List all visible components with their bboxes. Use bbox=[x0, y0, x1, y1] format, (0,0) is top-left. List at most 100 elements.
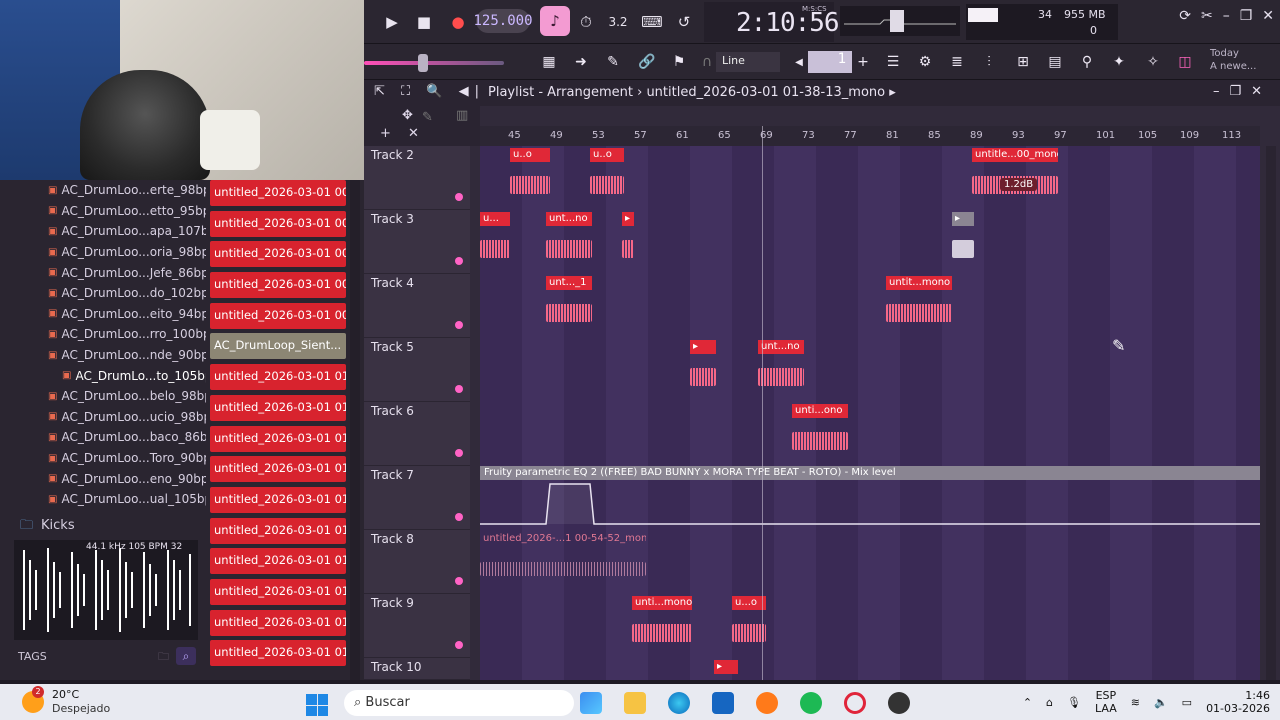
audio-clip[interactable]: ▸ bbox=[622, 212, 634, 272]
sliders-icon[interactable]: ⫶ bbox=[976, 50, 1002, 74]
channel-item[interactable]: untitled_2026-03-01 01... bbox=[210, 517, 346, 544]
track-led[interactable] bbox=[455, 449, 463, 457]
start-button[interactable] bbox=[306, 694, 328, 716]
audio-clip-muted[interactable]: untitled_2026-...1 00-54-52_mono bbox=[480, 532, 646, 592]
search-icon[interactable]: ⌕ bbox=[176, 647, 196, 665]
timeline-ruler[interactable]: 45 49 53 57 61 65 69 73 77 81 85 89 93 9… bbox=[480, 126, 1260, 146]
metronome-button[interactable]: ♪ bbox=[540, 6, 570, 36]
step-display[interactable]: 3.2 bbox=[604, 8, 632, 36]
channel-item[interactable]: untitled_2026-03-01 00... bbox=[210, 241, 346, 268]
channel-item[interactable]: untitled_2026-03-01 01... bbox=[210, 548, 346, 575]
channel-item[interactable]: untitled_2026-03-01 01... bbox=[210, 578, 346, 605]
track-led[interactable] bbox=[455, 385, 463, 393]
minimize-icon[interactable]: – bbox=[1223, 8, 1230, 24]
store-icon[interactable] bbox=[712, 692, 734, 714]
playlist-icon[interactable]: ☰ bbox=[880, 50, 906, 74]
channel-item[interactable]: untitled_2026-03-01 01... bbox=[210, 486, 346, 513]
browser-item[interactable]: ▣AC_DrumLoo...rro_100bpm bbox=[10, 324, 206, 345]
browser-item[interactable]: ▣ AC_DrumLoo...nde_90bpm bbox=[10, 345, 206, 366]
mixer-icon[interactable]: ≣ bbox=[944, 50, 970, 74]
channel-item[interactable]: untitled_2026-03-01 01... bbox=[210, 640, 346, 667]
add-track-icon[interactable]: + bbox=[380, 126, 391, 141]
restore-icon[interactable]: ❐ bbox=[1240, 8, 1253, 24]
audio-clip[interactable]: u...o bbox=[732, 596, 766, 656]
track-header[interactable]: Track 4 bbox=[364, 274, 470, 338]
channel-item[interactable]: untitled_2026-03-01 01... bbox=[210, 364, 346, 391]
browser-item[interactable]: ▣ AC_DrumLoo...eito_94bpm bbox=[10, 304, 206, 325]
chevron-up-icon[interactable]: ⌃ bbox=[1023, 696, 1032, 709]
master-pitch-slider[interactable] bbox=[364, 61, 504, 65]
sample-preview[interactable]: 44.1 kHz 105 BPM 32 bbox=[14, 540, 198, 640]
typing-keyboard-icon[interactable]: ⌨ bbox=[638, 8, 666, 36]
audio-settings-icon[interactable]: ⟳ bbox=[1179, 8, 1191, 24]
obs-icon[interactable] bbox=[888, 692, 910, 714]
track-header[interactable]: Track 9 bbox=[364, 594, 470, 658]
close-track-icon[interactable]: ✕ bbox=[408, 126, 419, 141]
browser-item[interactable]: ▣ AC_DrumLoo...etto_95bpm bbox=[10, 201, 206, 222]
audio-clip[interactable]: ▸ bbox=[690, 340, 716, 400]
slider-knob[interactable] bbox=[418, 54, 428, 72]
channel-item[interactable]: untitled_2026-03-01 01... bbox=[210, 425, 346, 452]
weather-widget[interactable]: 2 20°C Despejado bbox=[22, 686, 110, 716]
track-header[interactable]: Track 8 bbox=[364, 530, 470, 594]
tempo-display[interactable]: 125.000 bbox=[474, 9, 533, 33]
audio-clip[interactable]: unt...no bbox=[758, 340, 804, 400]
record-button[interactable]: ● bbox=[444, 8, 472, 36]
playlist-lanes[interactable]: u..o u..o untitle...00_mono 1.2dB u... u… bbox=[480, 146, 1260, 680]
browser-item[interactable]: ▣AC_DrumLoo...baco_86bpm bbox=[10, 427, 206, 448]
link-icon[interactable]: 🔗 bbox=[634, 50, 660, 74]
pencil-icon[interactable]: ✎ bbox=[600, 50, 626, 74]
network-icon[interactable]: ⌂ bbox=[1046, 696, 1053, 709]
automation-clip[interactable]: Fruity parametric EQ 2 ((FREE) BAD BUNNY… bbox=[480, 466, 1260, 526]
channel-item[interactable]: untitled_2026-03-01 01... bbox=[210, 456, 346, 483]
browser-item[interactable]: ▣ AC_DrumLoo...do_102bpm bbox=[10, 283, 206, 304]
audio-clip[interactable]: unti...ono bbox=[792, 404, 848, 464]
track-header[interactable]: Track 5 bbox=[364, 338, 470, 402]
audio-clip-selected[interactable]: ▸ bbox=[952, 212, 974, 272]
channel-item[interactable]: untitled_2026-03-01 00... bbox=[210, 180, 346, 206]
restore-icon[interactable]: ❐ bbox=[1229, 84, 1251, 99]
track-led[interactable] bbox=[455, 577, 463, 585]
grid-icon[interactable]: ▥ bbox=[456, 108, 468, 123]
plugin-icon[interactable]: ⚲ bbox=[1074, 50, 1100, 74]
close-icon[interactable]: ✕ bbox=[1262, 8, 1274, 24]
copilot-icon[interactable] bbox=[580, 692, 602, 714]
spotify-icon[interactable] bbox=[800, 692, 822, 714]
play-button[interactable]: ▶ bbox=[378, 8, 406, 36]
move-icon[interactable]: ✥ bbox=[402, 108, 413, 123]
file-explorer-icon[interactable] bbox=[624, 692, 646, 714]
track-led[interactable] bbox=[455, 641, 463, 649]
channel-item[interactable]: untitled_2026-03-01 00... bbox=[210, 210, 346, 237]
loop-record-icon[interactable]: ↺ bbox=[670, 8, 698, 36]
playlist-scrollbar[interactable] bbox=[1266, 146, 1276, 680]
brush-icon[interactable]: ✧ bbox=[1140, 50, 1166, 74]
track-led[interactable] bbox=[455, 321, 463, 329]
browser-item[interactable]: ▣ AC_DrumLoo...eno_90bpm bbox=[10, 468, 206, 489]
audio-clip[interactable]: ▸ bbox=[714, 660, 738, 680]
browser-item[interactable]: ▣AC_DrumLoo...ual_105bpm bbox=[10, 489, 206, 510]
edge-icon[interactable] bbox=[668, 692, 690, 714]
song-time-display[interactable]: M:S:CS 2:10:56 bbox=[704, 2, 840, 42]
draw-icon[interactable]: ✎ bbox=[422, 110, 433, 125]
file-icon[interactable]: ▤ bbox=[1042, 50, 1068, 74]
audio-clip[interactable]: u... bbox=[480, 212, 510, 272]
browser-item[interactable]: ▣ AC_DrumLoo...oria_98bpm bbox=[10, 242, 206, 263]
track-led[interactable] bbox=[455, 513, 463, 521]
taskbar-search[interactable]: ⌕ Buscar bbox=[344, 690, 574, 716]
tool-icon[interactable]: ✦ bbox=[1106, 50, 1132, 74]
shop-icon[interactable]: ◫ bbox=[1172, 50, 1198, 74]
arrow-right-icon[interactable]: ➜ bbox=[568, 50, 594, 74]
minimize-icon[interactable]: – bbox=[1213, 84, 1230, 99]
channel-item-selected[interactable]: AC_DrumLoop_Sient... bbox=[210, 333, 346, 360]
browser-scrollbar[interactable] bbox=[350, 180, 360, 680]
battery-icon[interactable]: ▭ bbox=[1182, 696, 1192, 709]
stop-button[interactable]: ■ bbox=[410, 8, 438, 36]
browser-item[interactable]: ▣AC_DrumLoo...erte_98bpm bbox=[10, 180, 206, 201]
language-indicator[interactable]: ESP LAA bbox=[1095, 689, 1117, 715]
channel-item[interactable]: untitled_2026-03-01 00... bbox=[210, 302, 346, 329]
browser-item[interactable]: ▣AC_DrumLoo...apa_107bpm bbox=[10, 221, 206, 242]
playlist-tool-icons[interactable]: ⇱ ⛶ 🔍 ◀| bbox=[374, 84, 485, 99]
track-header[interactable]: Track 3 bbox=[364, 210, 470, 274]
track-led[interactable] bbox=[455, 257, 463, 265]
browser-item-selected[interactable]: ▣AC_DrumLo...to_105bpm bbox=[10, 365, 206, 386]
